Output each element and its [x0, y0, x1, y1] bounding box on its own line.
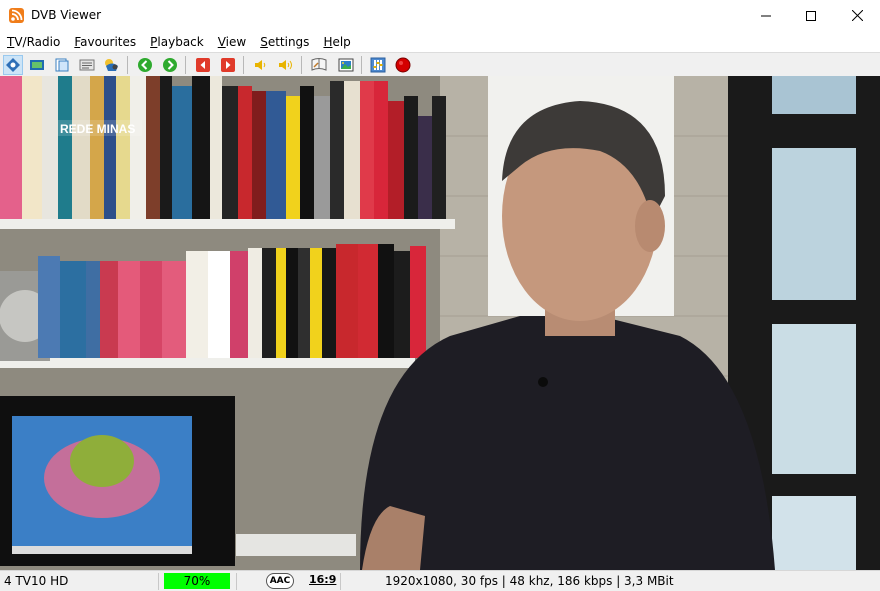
close-icon	[851, 10, 863, 21]
volume-down-button[interactable]	[251, 55, 271, 75]
audio-codec-badge[interactable]: AAC	[266, 573, 294, 589]
menu-view[interactable]: View	[216, 35, 248, 49]
record-button[interactable]	[393, 55, 413, 75]
signal-strength-label: 70%	[183, 574, 211, 588]
back-button[interactable]	[135, 55, 155, 75]
title-bar[interactable]: DVB Viewer	[0, 0, 880, 31]
osd-button[interactable]	[3, 55, 23, 75]
toolbar	[0, 52, 880, 76]
picture-button[interactable]	[336, 55, 356, 75]
channel-name: 4 TV10 HD	[4, 574, 69, 588]
tv-mode-button[interactable]	[27, 55, 47, 75]
timeshift-icon	[311, 58, 327, 71]
toolbar-separator	[301, 56, 302, 74]
video-display[interactable]: REDE MINAS	[0, 76, 880, 570]
back-icon	[138, 58, 152, 72]
minimize-icon	[761, 15, 771, 16]
channel-watermark-text: REDE MINAS	[60, 122, 135, 136]
forward-icon	[163, 58, 177, 72]
menu-label: iew	[225, 34, 247, 49]
menu-bar: TV/Radio Favourites Playback View Settin…	[0, 31, 880, 52]
stream-info: 1920x1080, 30 fps | 48 khz, 186 kbps | 3…	[385, 574, 674, 588]
volume-up-icon	[279, 60, 292, 70]
signal-strength-bar: 70%	[164, 573, 230, 589]
menu-mnemonic: S	[260, 34, 268, 49]
menu-playback[interactable]: Playback	[148, 35, 206, 49]
record-icon	[395, 57, 411, 73]
teletext-button[interactable]	[77, 55, 97, 75]
status-divider	[236, 573, 237, 590]
volume-up-button[interactable]	[276, 55, 296, 75]
status-bar: 4 TV10 HD 70% AAC 16:9 1920x1080, 30 fps…	[0, 570, 880, 591]
channel-watermark: REDE MINAS	[58, 120, 142, 136]
menu-label: elp	[332, 34, 351, 49]
menu-label: ettings	[267, 34, 310, 49]
maximize-button[interactable]	[788, 0, 834, 31]
next-channel-button[interactable]	[218, 55, 238, 75]
menu-favourites[interactable]: Favourites	[72, 35, 138, 49]
menu-label: layback	[157, 34, 204, 49]
dvb-viewer-app-icon	[9, 8, 24, 23]
tv-window-button[interactable]	[52, 55, 72, 75]
menu-label: V/Radio	[14, 34, 61, 49]
audio-codec-label: AAC	[269, 576, 291, 586]
previous-channel-icon	[196, 58, 210, 72]
volume-down-icon	[255, 60, 266, 70]
menu-help[interactable]: Help	[321, 35, 352, 49]
aspect-ratio-indicator[interactable]: 16:9	[309, 573, 336, 586]
menu-label: avourites	[80, 34, 137, 49]
window-title: DVB Viewer	[31, 8, 102, 22]
tv-window-icon	[55, 58, 69, 72]
toolbar-separator	[243, 56, 244, 74]
next-channel-icon	[221, 58, 235, 72]
status-divider	[158, 573, 159, 590]
teletext-icon	[79, 59, 95, 71]
timeshift-button[interactable]	[309, 55, 329, 75]
tv-mode-icon	[30, 60, 44, 70]
equalizer-icon	[370, 57, 386, 73]
menu-mnemonic: V	[217, 34, 226, 49]
video-frame: REDE MINAS	[0, 76, 880, 570]
forward-button[interactable]	[160, 55, 180, 75]
close-button[interactable]	[834, 0, 880, 31]
toolbar-separator	[185, 56, 186, 74]
equalizer-button[interactable]	[368, 55, 388, 75]
picture-icon	[338, 58, 354, 72]
epg-button[interactable]	[102, 55, 122, 75]
previous-channel-button[interactable]	[193, 55, 213, 75]
toolbar-separator	[361, 56, 362, 74]
menu-settings[interactable]: Settings	[258, 35, 311, 49]
epg-icon	[105, 59, 118, 71]
osd-icon	[6, 58, 20, 72]
status-divider	[340, 573, 341, 590]
minimize-button[interactable]	[743, 0, 789, 31]
maximize-icon	[806, 10, 816, 21]
menu-tv-radio[interactable]: TV/Radio	[5, 35, 62, 49]
toolbar-separator	[127, 56, 128, 74]
